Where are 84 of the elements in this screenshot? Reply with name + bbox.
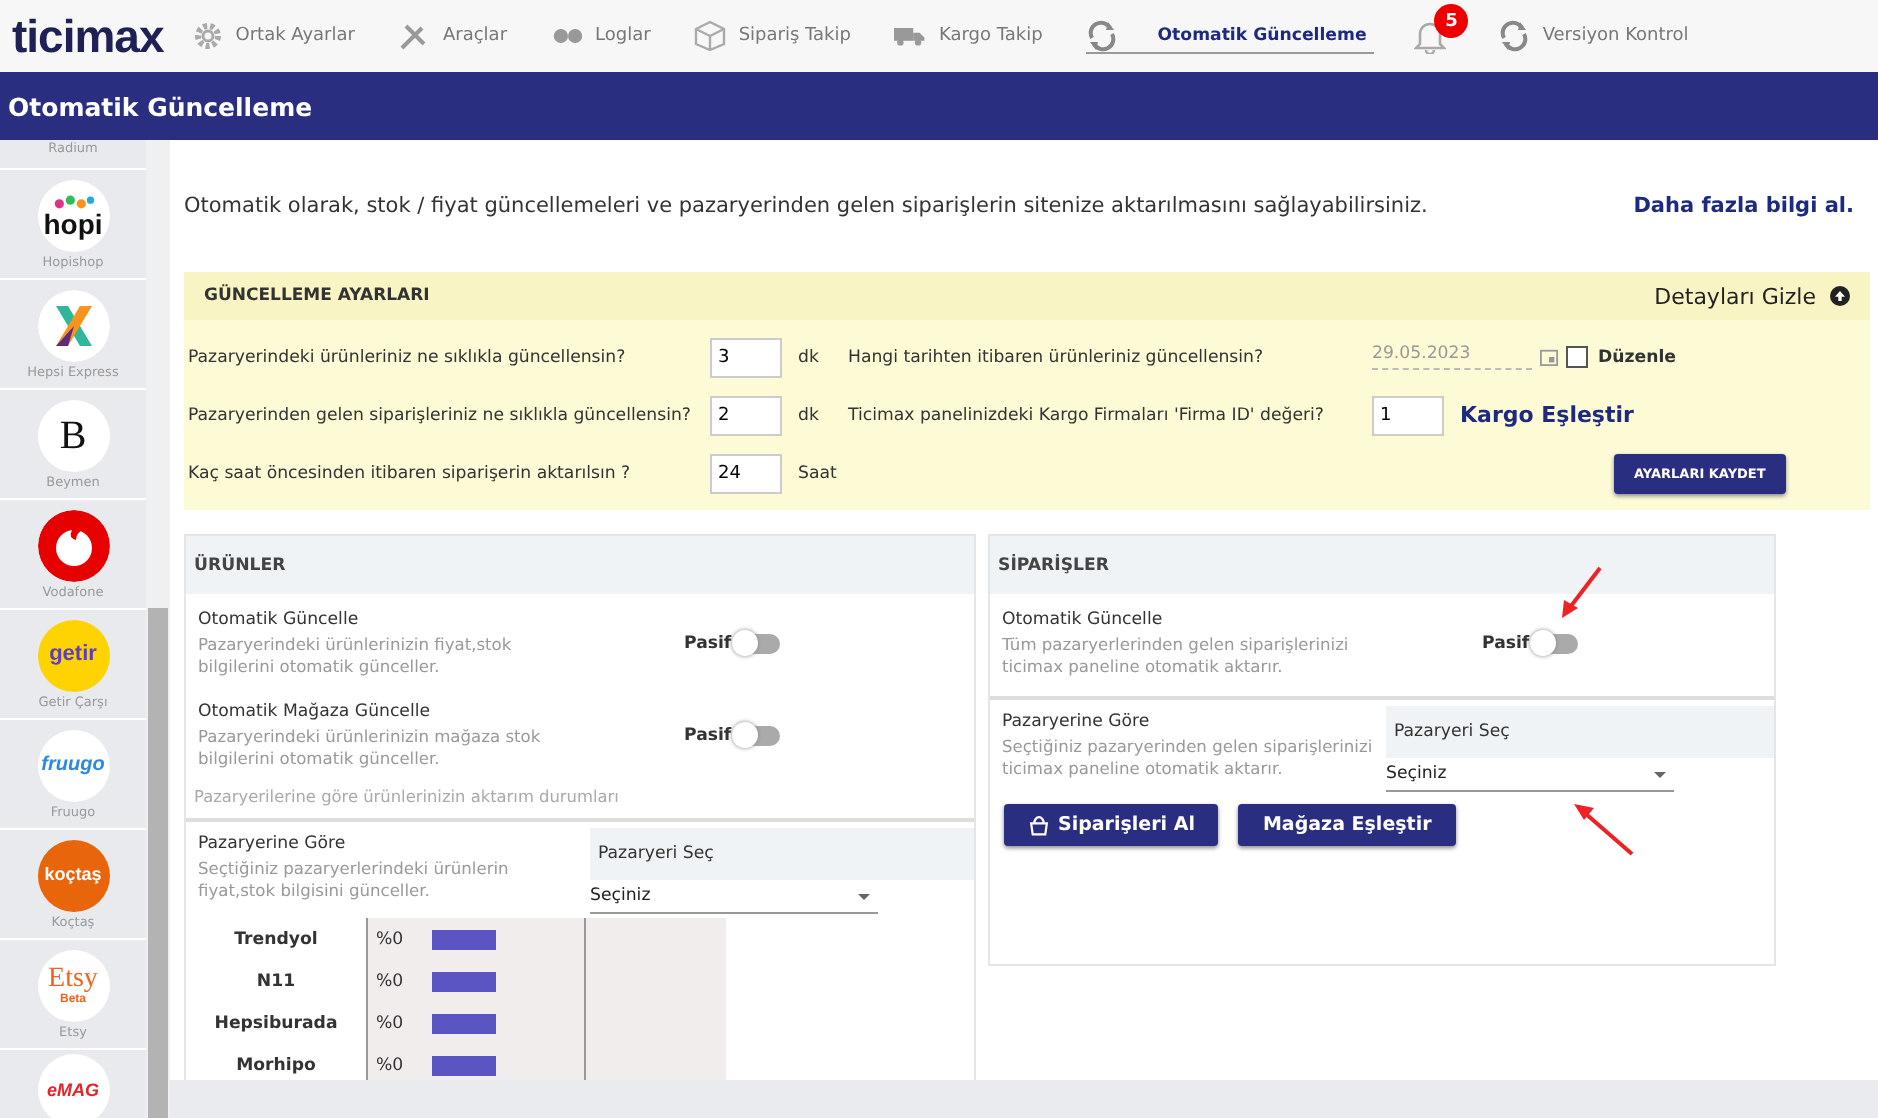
nav-link[interactable]: Versiyon Kontrol (1498, 20, 1689, 52)
setting-label: Kaç saat öncesinden itibaren siparişerin aktarılsın ? (188, 463, 633, 483)
marketplace-logo: fruugo (37, 729, 109, 801)
sync-icon (1086, 19, 1119, 51)
box-icon (694, 20, 727, 52)
marketplace-name: Trendyol (232, 927, 320, 953)
percent-text: %0 (376, 971, 404, 991)
toggle-switch[interactable] (735, 725, 780, 745)
percent-text: %0 (376, 929, 404, 949)
marketplace-logo: B (37, 399, 109, 471)
marketplace-logo: eMAG (37, 1054, 109, 1118)
option-title: Pazaryerine Göre (198, 834, 348, 854)
nav-link[interactable]: Loglar (551, 20, 651, 52)
toggle-state-label: Pasif (1482, 633, 1530, 653)
percent-text: %0 (376, 1013, 404, 1033)
panel-title: ÜRÜNLER (194, 555, 286, 575)
option-title: Otomatik Güncelle (1002, 609, 1165, 630)
number-field[interactable]: 2 (710, 395, 782, 435)
marketplace-logo: getir (37, 619, 109, 691)
marketplace-dropdown[interactable]: Seçiniz (1386, 758, 1674, 792)
unit-label: Saat (798, 463, 837, 483)
percent-text: %0 (376, 1055, 404, 1075)
marketplace-item[interactable]: eMAG (0, 1050, 146, 1118)
number-field[interactable]: 24 (710, 453, 782, 493)
nav-link[interactable]: Ortak Ayarlar (191, 20, 355, 52)
calendar-icon[interactable] (1540, 348, 1558, 366)
setting-label: Pazaryerinden gelen siparişleriniz ne sıklıkla güncellensin? (188, 405, 693, 425)
number-field[interactable]: 3 (710, 337, 782, 377)
notification-badge: 5 (1434, 4, 1469, 38)
page-title: Otomatik Güncelleme (8, 91, 313, 121)
marketplace-name: N11 (254, 969, 298, 995)
toggle-switch[interactable] (1533, 633, 1578, 653)
panel-title: SİPARİŞLER (998, 555, 1110, 575)
marketplace-name: Morhipo (234, 1053, 318, 1079)
speech-mark-logo-icon (37, 509, 109, 581)
marketplace-logo: hopi (37, 179, 109, 251)
nav-link[interactable]: Otomatik Güncelleme (1086, 19, 1375, 53)
section-title: GÜNCELLEME AYARLARI (204, 286, 432, 306)
toggle-state-label: Pasif (684, 633, 732, 653)
bell-icon[interactable] (1414, 18, 1447, 54)
option-title: Otomatik Mağaza Güncelle (198, 701, 433, 722)
toggle-state-label: Pasif (684, 725, 732, 745)
option-title: Pazaryerine Göre (1002, 712, 1152, 732)
sync-icon (1498, 20, 1531, 52)
hide-details-link[interactable]: Detayları Gizle (1654, 283, 1816, 309)
marketplace-name: Hepsiburada (212, 1011, 340, 1037)
select-label: Pazaryeri Seç (1394, 722, 1510, 742)
nav-link[interactable]: Sipariş Takip (694, 20, 851, 52)
option-description: Pazaryerindeki ürünlerinizin fiyat,stok bilgilerini otomatik günceller. (198, 633, 514, 677)
cargo-match-link[interactable]: Kargo Eşleştir (1460, 402, 1634, 428)
unit-label: dk (798, 405, 819, 425)
setting-label: Pazaryerindeki ürünleriniz ne sıklıkla güncellensin? (188, 347, 628, 367)
status-note: Pazaryerilerine göre ürünlerinizin aktarım durumları (186, 778, 974, 822)
select-label: Pazaryeri Seç (598, 844, 714, 864)
option-description: Pazaryerindeki ürünlerinizin mağaza stok bilgilerini otomatik günceller. (198, 725, 543, 769)
unit-label: dk (798, 347, 819, 367)
annotation-arrow (1558, 564, 1606, 620)
marketplace-dropdown[interactable]: Seçiniz (590, 880, 878, 914)
logo[interactable]: ticimax (12, 9, 164, 63)
setting-label: Ticimax panelinizdeki Kargo Firmaları 'Firma ID' değeri? (848, 405, 1326, 425)
firm-id-field[interactable]: 1 (1372, 395, 1444, 435)
scrollbar[interactable] (146, 140, 170, 1118)
collapse-icon[interactable] (1830, 286, 1850, 306)
option-description: Seçtiğiniz pazaryerinden gelen siparişlerinizi ticimax paneline otomatik aktarır. (1002, 736, 1374, 780)
checkbox[interactable] (1566, 346, 1588, 368)
gear-icon (191, 20, 224, 52)
nav-link[interactable]: Araçlar (398, 20, 508, 52)
more-info-link[interactable]: Daha fazla bilgi al. (1633, 194, 1854, 218)
caret-icon (858, 893, 870, 899)
action-button[interactable]: Mağaza Eşleştir (1238, 804, 1456, 846)
caret-icon (1654, 771, 1666, 777)
marketplace-logo: koçtaş (37, 839, 109, 911)
option-title: Otomatik Güncelle (198, 609, 361, 630)
option-description: Seçtiğiniz pazaryerlerindeki ürünlerin fiyat,stok bilgisini günceller. (198, 858, 511, 902)
option-description: Tüm pazaryerlerinden gelen siparişlerinizi ticimax paneline otomatik aktarır. (1002, 633, 1351, 677)
intro-text: Otomatik olarak, stok / fiyat güncellemeleri ve pazaryerinden gelen siparişlerin sitenize aktarılmasını sağlayabilirsiniz. (184, 194, 1428, 218)
checkbox-label: Düzenle (1598, 347, 1676, 367)
setting-label: Hangi tarihten itibaren ürünleriniz güncellensin? (848, 347, 1266, 367)
action-button[interactable]: Siparişleri Al (1004, 804, 1219, 846)
x-logo-icon (37, 289, 109, 361)
nav-link[interactable]: Kargo Takip (894, 20, 1043, 52)
annotation-arrow (1570, 802, 1638, 858)
toggle-switch[interactable] (735, 633, 780, 653)
bag-icon (1028, 814, 1050, 836)
